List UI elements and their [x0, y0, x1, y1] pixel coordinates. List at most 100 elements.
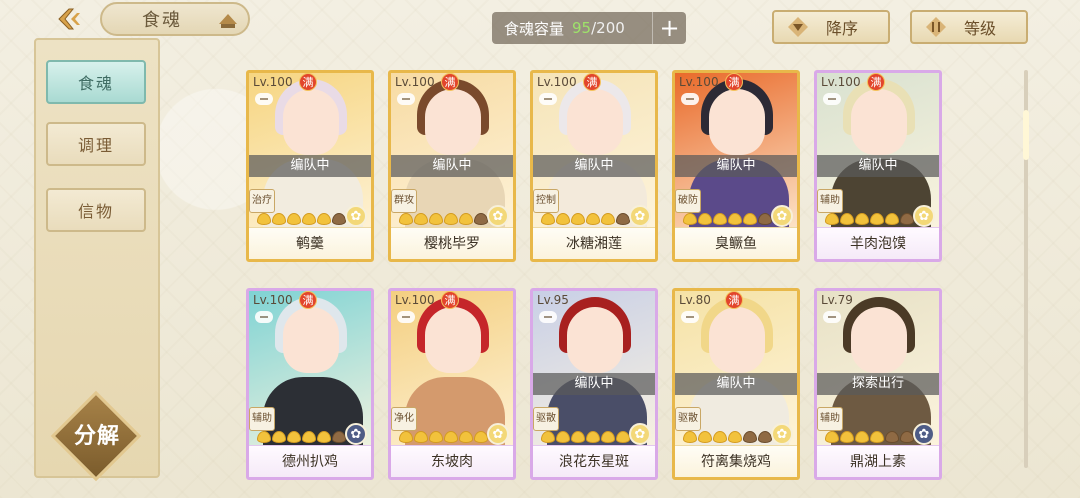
flame-icon [399, 213, 413, 225]
flame-icon [556, 213, 570, 225]
back-button[interactable] [52, 4, 86, 34]
max-badge: 满 [441, 73, 459, 91]
flame-icon [728, 431, 742, 443]
star-rating [825, 213, 914, 225]
lock-toggle-icon[interactable] [823, 311, 841, 323]
role-badge: 净化 [391, 407, 417, 431]
flame-icon [257, 213, 271, 225]
flame-icon [444, 213, 458, 225]
level-label: Lv.100 [395, 75, 435, 89]
lock-toggle-icon[interactable] [823, 93, 841, 105]
talent-flower-icon: ✿ [345, 423, 367, 445]
flame-icon [399, 431, 413, 443]
star-rating [399, 213, 488, 225]
food-soul-name: 樱桃毕罗 [391, 227, 513, 259]
capacity-current: 95 [572, 19, 592, 37]
flame-icon [272, 431, 286, 443]
max-badge: 满 [441, 291, 459, 309]
role-badge: 辅助 [817, 189, 843, 213]
flame-icon [698, 213, 712, 225]
talent-flower-icon: ✿ [487, 423, 509, 445]
flame-icon [870, 213, 884, 225]
flame-icon [541, 213, 555, 225]
food-soul-card[interactable]: Lv.80 满编队中 驱散 ✿ 符离集烧鸡 [672, 288, 800, 480]
level-label: Lv.100 [821, 75, 861, 89]
food-soul-card[interactable]: Lv.95 编队中 驱散 ✿ 浪花东星斑 [530, 288, 658, 480]
talent-flower-icon: ✿ [913, 205, 935, 227]
flame-icon [825, 213, 839, 225]
role-badge: 群攻 [391, 189, 417, 213]
status-banner: 编队中 [533, 373, 655, 395]
lock-toggle-icon[interactable] [681, 93, 699, 105]
status-banner: 编队中 [391, 155, 513, 177]
role-badge: 驱散 [533, 407, 559, 431]
talent-flower-icon: ✿ [771, 423, 793, 445]
food-soul-name: 东坡肉 [391, 445, 513, 477]
flame-icon [586, 431, 600, 443]
sort-order-button[interactable]: 降序 [772, 10, 890, 44]
flame-icon [302, 431, 316, 443]
lock-toggle-icon[interactable] [539, 311, 557, 323]
sort-toggle-icon [922, 16, 950, 38]
food-soul-card[interactable]: Lv.100 满编队中 辅助 ✿ 羊肉泡馍 [814, 70, 942, 262]
level-label: Lv.79 [821, 293, 853, 307]
lock-toggle-icon[interactable] [681, 311, 699, 323]
flame-icon [900, 213, 914, 225]
flame-icon [474, 431, 488, 443]
food-soul-card[interactable]: Lv.100 满编队中 控制 ✿ 冰糖湘莲 [530, 70, 658, 262]
role-badge: 治疗 [249, 189, 275, 213]
sidebar-item-food-souls[interactable]: 食魂 [46, 60, 146, 104]
flame-icon [855, 213, 869, 225]
flame-icon [885, 431, 899, 443]
talent-flower-icon: ✿ [487, 205, 509, 227]
star-rating [683, 213, 772, 225]
sidebar-item-label: 信物 [77, 202, 114, 221]
capacity-total: /200 [591, 19, 625, 37]
flame-icon [900, 431, 914, 443]
flame-icon [332, 213, 346, 225]
capacity-label: 食魂容量 [504, 19, 565, 38]
decompose-button[interactable]: 分解 [50, 390, 142, 482]
food-soul-card[interactable]: Lv.100 满编队中 破防 ✿ 臭鳜鱼 [672, 70, 800, 262]
flame-icon [713, 213, 727, 225]
food-soul-card[interactable]: Lv.79 探索出行 辅助 ✿ 鼎湖上素 [814, 288, 942, 480]
capacity-display: 食魂容量 95 /200 + [492, 12, 686, 44]
max-badge: 满 [583, 73, 601, 91]
lock-toggle-icon[interactable] [397, 311, 415, 323]
flame-icon [474, 213, 488, 225]
lock-toggle-icon[interactable] [255, 93, 273, 105]
max-badge: 满 [299, 291, 317, 309]
max-badge: 满 [867, 73, 885, 91]
star-rating [541, 431, 630, 443]
back-arrow-icon [58, 8, 80, 30]
flame-icon [571, 431, 585, 443]
lock-toggle-icon[interactable] [255, 311, 273, 323]
sidebar-item-tokens[interactable]: 信物 [46, 188, 146, 232]
star-rating [257, 431, 346, 443]
flame-icon [616, 213, 630, 225]
star-rating [257, 213, 346, 225]
star-rating [541, 213, 630, 225]
food-soul-card[interactable]: Lv.100 满编队中 治疗 ✿ 鹌羹 [246, 70, 374, 262]
flame-icon [414, 213, 428, 225]
flame-icon [317, 431, 331, 443]
lock-toggle-icon[interactable] [397, 93, 415, 105]
flame-icon [429, 431, 443, 443]
flame-icon [728, 213, 742, 225]
role-badge: 破防 [675, 189, 701, 213]
role-badge: 控制 [533, 189, 559, 213]
flame-icon [257, 431, 271, 443]
food-soul-card[interactable]: Lv.100 满编队中群攻 ✿ 樱桃毕罗 [388, 70, 516, 262]
food-soul-card[interactable]: Lv.100 满辅助 ✿ 德州扒鸡 [246, 288, 374, 480]
lock-toggle-icon[interactable] [539, 93, 557, 105]
food-soul-card[interactable]: Lv.100 满净化 ✿ 东坡肉 [388, 288, 516, 480]
sidebar-item-conditioning[interactable]: 调理 [46, 122, 146, 166]
sort-by-button[interactable]: 等级 [910, 10, 1028, 44]
max-badge: 满 [725, 73, 743, 91]
food-soul-name: 冰糖湘莲 [533, 227, 655, 259]
scrollbar[interactable] [1023, 70, 1029, 468]
add-capacity-button[interactable]: + [652, 12, 686, 44]
flame-icon [855, 431, 869, 443]
scrollbar-thumb[interactable] [1023, 110, 1029, 160]
sort-by-label: 等级 [964, 19, 997, 38]
